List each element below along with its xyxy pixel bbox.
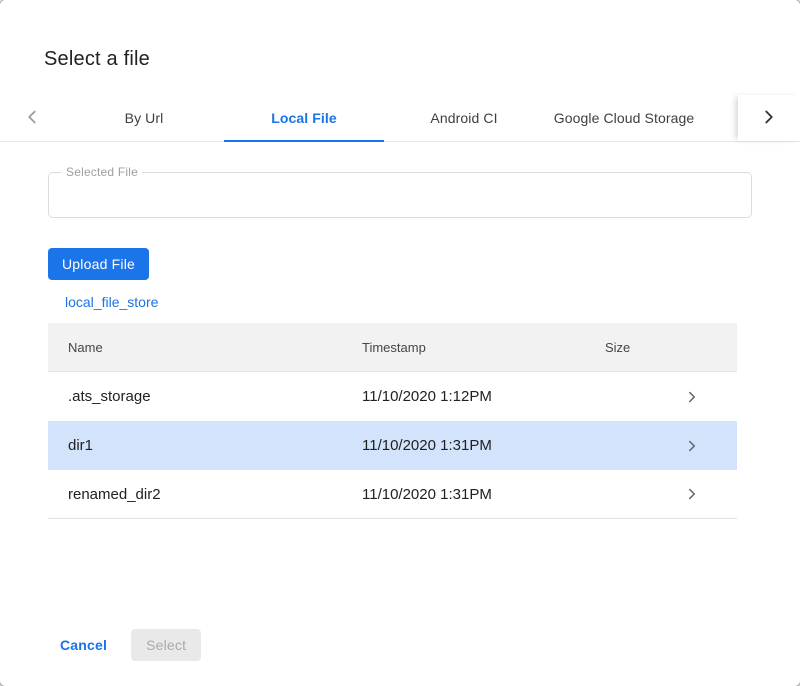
chevron-left-icon — [21, 106, 43, 131]
tab-bar: By Url Local File Android CI Google Clou… — [0, 95, 800, 142]
row-name: .ats_storage — [48, 388, 362, 405]
tab-local-file[interactable]: Local File — [224, 95, 384, 141]
table-row[interactable]: .ats_storage 11/10/2020 1:12PM — [48, 372, 737, 421]
cancel-button[interactable]: Cancel — [44, 629, 123, 661]
chevron-right-icon — [758, 106, 780, 131]
tab-label: Google Cloud Storage — [554, 110, 695, 126]
row-name: dir1 — [48, 437, 362, 454]
selected-file-label: Selected File — [62, 165, 142, 179]
tab-label: Android CI — [430, 110, 497, 126]
tab-label: Local File — [271, 110, 337, 126]
tab-android-ci[interactable]: Android CI — [384, 95, 544, 141]
active-tab-ink-bar — [224, 140, 384, 142]
tabs-next-button[interactable] — [738, 95, 800, 141]
column-header-size: Size — [605, 340, 647, 355]
table-header-row: Name Timestamp Size — [48, 323, 737, 372]
row-name: renamed_dir2 — [48, 486, 362, 503]
tabs-prev-button[interactable] — [0, 95, 64, 141]
row-timestamp: 11/10/2020 1:31PM — [362, 437, 605, 454]
tab-by-url[interactable]: By Url — [64, 95, 224, 141]
file-table: Name Timestamp Size .ats_storage 11/10/2… — [48, 323, 737, 519]
upload-file-button[interactable]: Upload File — [48, 248, 149, 280]
chevron-right-icon[interactable] — [647, 437, 737, 455]
chevron-right-icon[interactable] — [647, 388, 737, 406]
select-button[interactable]: Select — [131, 629, 201, 661]
column-header-name: Name — [48, 340, 362, 355]
selected-file-input[interactable] — [49, 173, 751, 217]
chevron-right-icon[interactable] — [647, 485, 737, 503]
row-timestamp: 11/10/2020 1:12PM — [362, 388, 605, 405]
selected-file-field: Selected File — [48, 172, 752, 218]
local-file-store-link[interactable]: local_file_store — [65, 294, 158, 310]
tab-bar-spacer — [704, 95, 738, 141]
row-timestamp: 11/10/2020 1:31PM — [362, 486, 605, 503]
tab-google-cloud-storage[interactable]: Google Cloud Storage — [544, 95, 704, 141]
dialog-title: Select a file — [44, 47, 800, 71]
tab-panel-local-file: Selected File Upload File local_file_sto… — [0, 142, 800, 686]
table-row-selected[interactable]: dir1 11/10/2020 1:31PM — [48, 421, 737, 470]
select-file-dialog: Select a file By Url Local File Android … — [0, 0, 800, 686]
dialog-actions: Cancel Select — [44, 619, 756, 661]
tab-label: By Url — [125, 110, 164, 126]
column-header-timestamp: Timestamp — [362, 340, 605, 355]
table-row[interactable]: renamed_dir2 11/10/2020 1:31PM — [48, 470, 737, 519]
